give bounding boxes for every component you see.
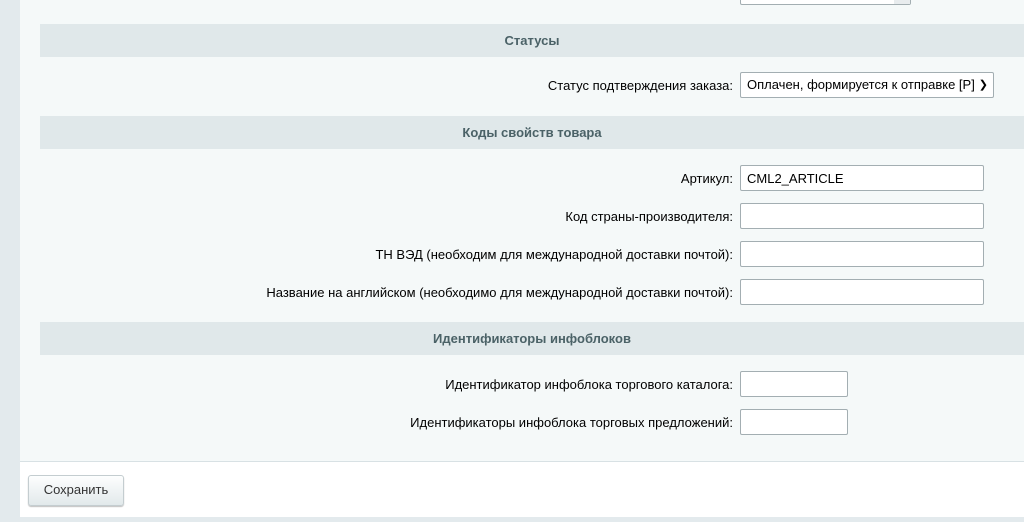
catalog-iblock-label: Идентификатор инфоблока торгового катало… (445, 377, 733, 392)
catalog-iblock-input[interactable] (740, 371, 848, 397)
chevron-down-icon: ❯ (978, 79, 988, 91)
select-scrollbar[interactable] (894, 0, 910, 4)
section-header-iblock-ids: Идентификаторы инфоблоков (40, 322, 1024, 355)
footer-bar (20, 462, 1024, 517)
english-name-label: Название на английском (необходимо для м… (266, 285, 733, 300)
section-header-statuses: Статусы (40, 24, 1024, 57)
country-code-label: Код страны-производителя: (565, 209, 733, 224)
tn-ved-label: ТН ВЭД (необходим для международной дост… (375, 247, 733, 262)
offers-iblock-label: Идентификаторы инфоблока торговых предло… (410, 415, 733, 430)
settings-panel (20, 0, 1024, 462)
previous-select[interactable] (740, 0, 911, 5)
article-label: Артикул: (680, 171, 733, 186)
order-status-label: Статус подтверждения заказа: (547, 78, 733, 93)
order-status-value: Оплачен, формируется к отправке [P] (747, 77, 975, 92)
tn-ved-input[interactable] (740, 241, 984, 267)
section-header-property-codes: Коды свойств товара (40, 116, 1024, 149)
country-code-input[interactable] (740, 203, 984, 229)
save-button[interactable]: Сохранить (28, 475, 124, 506)
offers-iblock-input[interactable] (740, 409, 848, 435)
order-status-select[interactable]: Оплачен, формируется к отправке [P] ❯ (740, 72, 994, 98)
article-input[interactable] (740, 165, 984, 191)
english-name-input[interactable] (740, 279, 984, 305)
